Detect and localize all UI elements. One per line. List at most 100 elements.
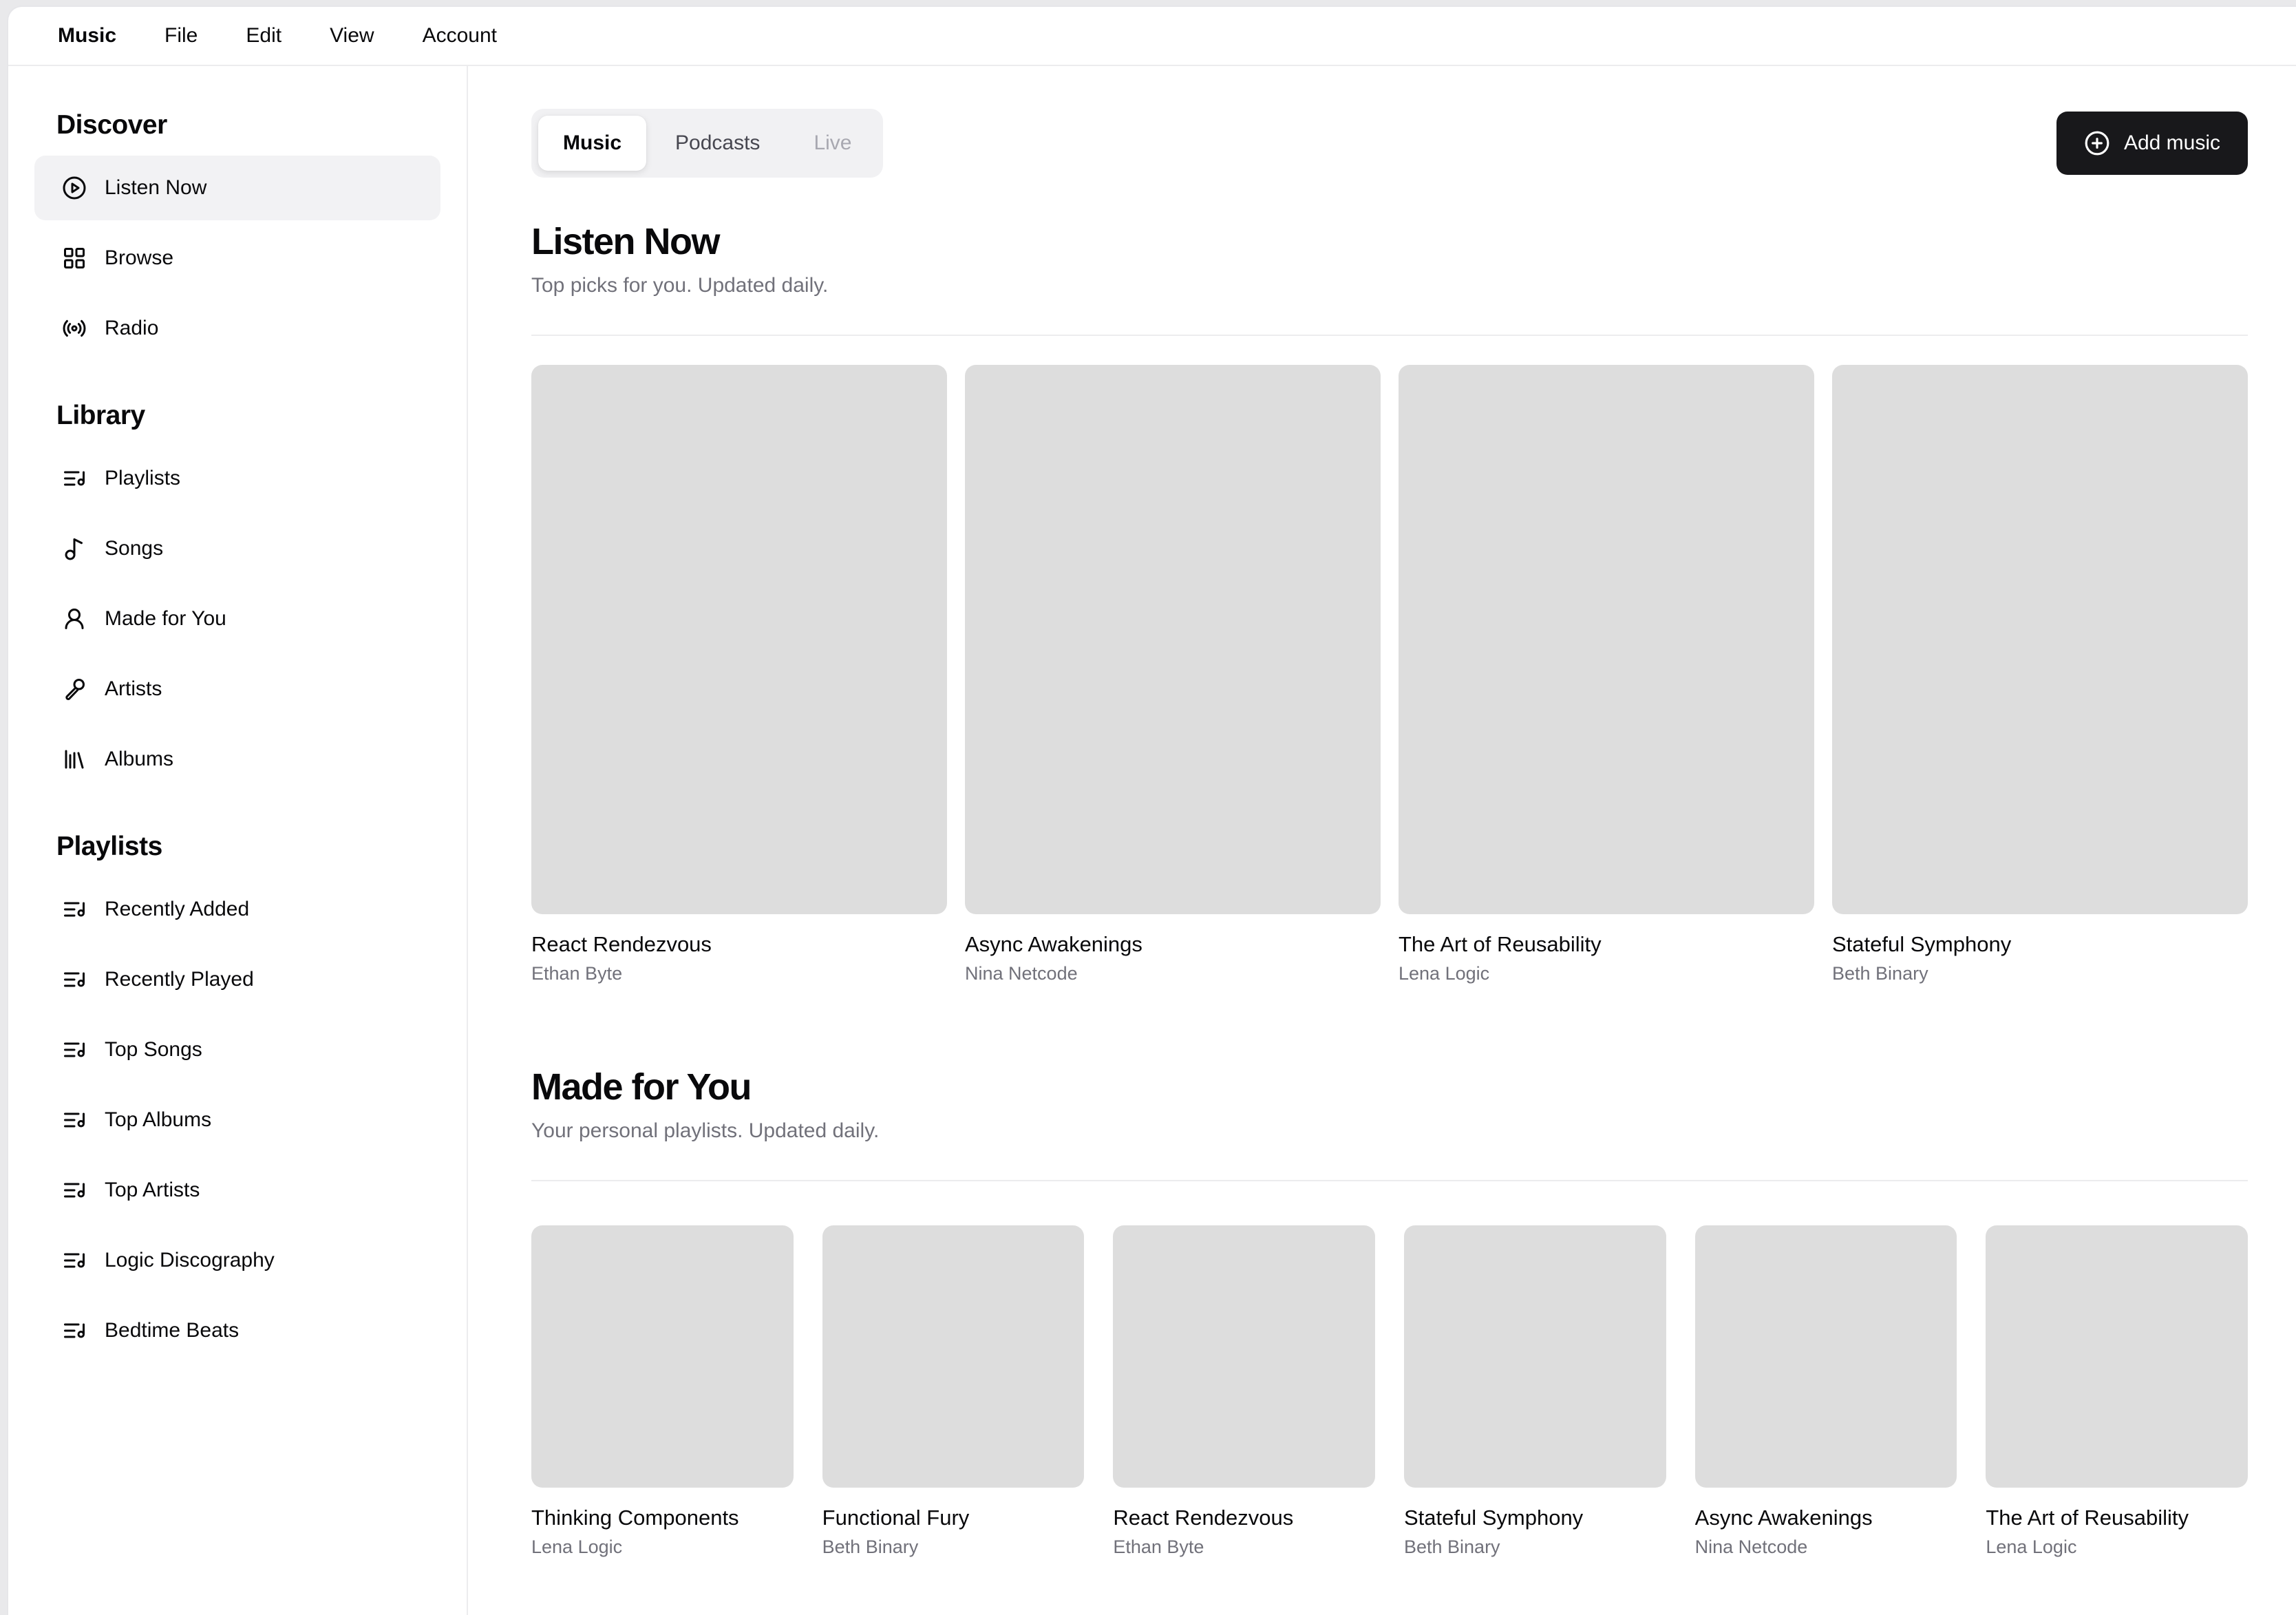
sidebar-item-top-songs[interactable]: Top Songs bbox=[34, 1017, 440, 1082]
section-title-made-for-you: Made for You bbox=[531, 1066, 752, 1108]
album-artist: Lena Logic bbox=[1399, 963, 1490, 984]
menubar: Music File Edit View Account bbox=[8, 7, 2296, 66]
album-art[interactable] bbox=[531, 1225, 794, 1488]
play-circle-icon bbox=[62, 176, 87, 200]
sidebar-item-bedtime-beats[interactable]: Bedtime Beats bbox=[34, 1298, 440, 1363]
album-artist: Lena Logic bbox=[1986, 1536, 2077, 1557]
album-art[interactable] bbox=[531, 365, 947, 914]
separator bbox=[531, 335, 2248, 336]
sidebar-item-top-artists[interactable]: Top Artists bbox=[34, 1158, 440, 1223]
sidebar-item-recently-added[interactable]: Recently Added bbox=[34, 877, 440, 942]
album-title: React Rendezvous bbox=[531, 932, 712, 956]
tab-music[interactable]: Music bbox=[538, 116, 647, 171]
sidebar: Discover Listen Now Browse Radio Library… bbox=[8, 66, 468, 1615]
app-body: Discover Listen Now Browse Radio Library… bbox=[8, 66, 2296, 1615]
sidebar-section-title: Playlists bbox=[56, 832, 162, 861]
sidebar-item-top-albums[interactable]: Top Albums bbox=[34, 1088, 440, 1152]
sidebar-section-title: Discover bbox=[56, 110, 167, 140]
album-art[interactable] bbox=[1694, 1225, 1957, 1488]
album-card: Functional Fury Beth Binary bbox=[822, 1225, 1085, 1558]
sidebar-item-label: Playlists bbox=[105, 467, 181, 489]
sidebar-item-label: Songs bbox=[105, 537, 164, 560]
album-artist: Lena Logic bbox=[531, 1536, 623, 1557]
album-title: Async Awakenings bbox=[1694, 1505, 1873, 1530]
tabs-list: Music Podcasts Live bbox=[531, 109, 884, 178]
list-music-icon bbox=[62, 1318, 87, 1343]
sidebar-item-listen-now[interactable]: Listen Now bbox=[34, 156, 440, 220]
album-art[interactable] bbox=[1403, 1225, 1666, 1488]
album-title: The Art of Reusability bbox=[1399, 932, 1602, 956]
add-music-label: Add music bbox=[2123, 131, 2220, 154]
album-card: Stateful Symphony Beth Binary bbox=[1832, 365, 2248, 984]
menu-item-file[interactable]: File bbox=[144, 14, 218, 57]
section-title-listen-now: Listen Now bbox=[531, 221, 721, 262]
library-icon bbox=[62, 747, 87, 772]
list-music-icon bbox=[62, 897, 87, 922]
album-art[interactable] bbox=[965, 365, 1381, 914]
sidebar-item-albums[interactable]: Albums bbox=[34, 727, 440, 792]
sidebar-item-label: Made for You bbox=[105, 607, 226, 630]
sidebar-item-label: Recently Played bbox=[105, 968, 254, 991]
menu-item-account[interactable]: Account bbox=[402, 14, 518, 57]
microphone-icon bbox=[62, 677, 87, 701]
album-art[interactable] bbox=[1113, 1225, 1375, 1488]
tab-live: Live bbox=[814, 131, 852, 154]
sidebar-item-label: Artists bbox=[105, 677, 162, 700]
album-title: Async Awakenings bbox=[965, 932, 1142, 956]
main-header: Music Podcasts Live Add music bbox=[531, 109, 2248, 178]
sidebar-item-label: Radio bbox=[105, 317, 159, 339]
sidebar-item-label: Top Songs bbox=[105, 1038, 202, 1061]
album-title: The Art of Reusability bbox=[1986, 1505, 2189, 1530]
sidebar-item-recently-played[interactable]: Recently Played bbox=[34, 947, 440, 1012]
album-art[interactable] bbox=[1832, 365, 2248, 914]
sidebar-item-playlists[interactable]: Playlists bbox=[34, 446, 440, 511]
radio-icon bbox=[62, 316, 87, 341]
sidebar-section: Playlists Recently Added Recently Played… bbox=[34, 832, 440, 1363]
sidebar-item-label: Albums bbox=[105, 748, 174, 770]
menu-item-music[interactable]: Music bbox=[37, 14, 137, 57]
add-music-button[interactable]: Add music bbox=[2056, 112, 2248, 175]
made-for-you-grid: Thinking Components Lena Logic Functiona… bbox=[531, 1225, 2248, 1558]
menu-item-view[interactable]: View bbox=[309, 14, 394, 57]
album-artist: Beth Binary bbox=[1403, 1536, 1500, 1557]
sidebar-item-label: Bedtime Beats bbox=[105, 1319, 240, 1342]
album-title: Stateful Symphony bbox=[1832, 932, 2012, 956]
list-music-icon bbox=[62, 1248, 87, 1273]
sidebar-item-browse[interactable]: Browse bbox=[34, 226, 440, 291]
album-card: React Rendezvous Ethan Byte bbox=[531, 365, 947, 984]
user-icon bbox=[62, 606, 87, 631]
album-artist: Beth Binary bbox=[1832, 963, 1928, 984]
plus-circle-icon bbox=[2084, 130, 2110, 156]
list-music-icon bbox=[62, 1108, 87, 1132]
sidebar-item-label: Recently Added bbox=[105, 898, 250, 920]
album-title: Thinking Components bbox=[531, 1505, 739, 1530]
sidebar-item-radio[interactable]: Radio bbox=[34, 296, 440, 361]
layout-grid-icon bbox=[62, 246, 87, 271]
sidebar-item-label: Browse bbox=[105, 246, 174, 269]
sidebar-item-artists[interactable]: Artists bbox=[34, 657, 440, 721]
separator bbox=[531, 1180, 2248, 1181]
album-title: Functional Fury bbox=[822, 1505, 970, 1530]
sidebar-item-songs[interactable]: Songs bbox=[34, 516, 440, 581]
album-artist: Beth Binary bbox=[822, 1536, 919, 1557]
sidebar-item-made-for-you[interactable]: Made for You bbox=[34, 587, 440, 651]
menu-item-edit[interactable]: Edit bbox=[225, 14, 302, 57]
sidebar-section: Discover Listen Now Browse Radio bbox=[34, 110, 440, 361]
tab-podcasts[interactable]: Podcasts bbox=[650, 116, 785, 171]
album-card: Stateful Symphony Beth Binary bbox=[1403, 1225, 1666, 1558]
album-title: Stateful Symphony bbox=[1403, 1505, 1584, 1530]
album-card: The Art of Reusability Lena Logic bbox=[1986, 1225, 2248, 1558]
app-window: Music File Edit View Account Discover Listen… bbox=[7, 6, 2296, 1615]
sidebar-item-logic-discography[interactable]: Logic Discography bbox=[34, 1228, 440, 1293]
sidebar-item-label: Top Artists bbox=[105, 1179, 200, 1201]
list-music-icon bbox=[62, 967, 87, 992]
album-art[interactable] bbox=[822, 1225, 1085, 1488]
sidebar-item-label: Logic Discography bbox=[105, 1249, 275, 1271]
album-art[interactable] bbox=[1399, 365, 1814, 914]
sidebar-section: Library Playlists Songs Made for You Art… bbox=[34, 401, 440, 792]
album-art[interactable] bbox=[1986, 1225, 2248, 1488]
album-artist: Nina Netcode bbox=[1694, 1536, 1808, 1557]
listen-now-grid: React Rendezvous Ethan Byte Async Awaken… bbox=[531, 365, 2248, 984]
sidebar-item-label: Listen Now bbox=[105, 176, 207, 199]
sidebar-item-label: Top Albums bbox=[105, 1108, 212, 1131]
